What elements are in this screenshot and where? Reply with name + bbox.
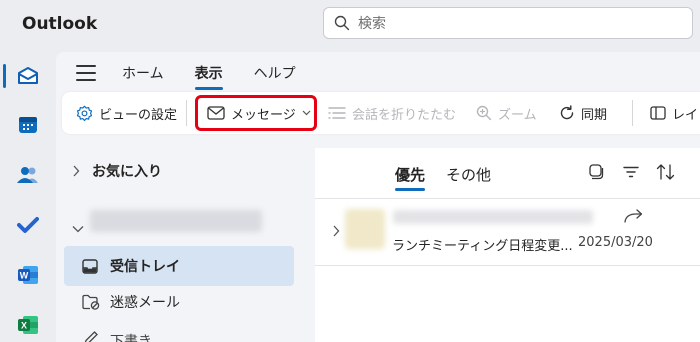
message-date: 2025/03/20 [578,235,653,250]
zoom-label: ズーム [498,107,537,123]
sync-button[interactable]: 同期 [559,92,607,134]
message-row[interactable]: ランチミーティング日程変更... 2025/03/20 [315,198,700,266]
tab-view[interactable]: 表示 [194,63,223,90]
svg-text:W: W [20,271,29,281]
tab-help[interactable]: ヘルプ [254,63,296,83]
layout-button[interactable]: レイ [650,92,698,134]
hamburger-menu-icon[interactable] [76,65,96,81]
layout-icon [650,106,666,120]
calendar-app-icon[interactable] [13,110,43,140]
sender-name-blurred [393,210,593,224]
chevron-right-icon[interactable] [332,225,340,237]
ribbon-divider [632,100,633,126]
message-subject: ランチミーティング日程変更... [392,239,573,254]
todo-app-icon[interactable] [13,210,43,240]
collapse-icon [328,106,346,120]
tab-focused[interactable]: 優先 [395,164,426,191]
active-indicator [3,64,6,88]
junk-label: 迷惑メール [110,295,180,311]
layout-label: レイ [672,107,699,123]
app-title: Outlook [22,14,98,34]
view-settings-label: ビューの設定 [99,107,178,123]
junk-folder-icon [82,294,100,310]
ribbon-tabs: ホーム 表示 ヘルプ [76,58,327,90]
account-chevron[interactable] [72,218,84,237]
folder-drafts[interactable]: 下書き [82,331,152,342]
folder-junk[interactable]: 迷惑メール [82,292,180,312]
drafts-label: 下書き [110,334,152,342]
word-app-icon[interactable]: W [13,260,43,290]
pencil-icon [82,331,100,342]
mail-app-icon[interactable] [13,61,43,91]
collapse-conversations-button[interactable]: 会話を折りたたむ [328,92,456,134]
favorites-label: お気に入り [92,164,162,180]
search-box[interactable]: 検索 [323,7,693,39]
tab-home[interactable]: ホーム [122,63,164,83]
chevron-right-icon [72,165,80,177]
app-rail: W X [0,52,56,342]
search-placeholder: 検索 [358,16,386,32]
people-app-icon[interactable] [13,160,43,190]
select-mode-icon[interactable] [588,164,604,180]
zoom-button[interactable]: ズーム [476,92,537,134]
filter-icon[interactable] [623,166,639,178]
ribbon-divider [186,100,187,126]
main-panel: ホーム 表示 ヘルプ ビューの設定 メッセージ 会話を折りたたむ ズーム 同期 … [56,52,700,342]
ribbon-toolbar: ビューの設定 メッセージ 会話を折りたたむ ズーム 同期 レイ [62,92,700,134]
folder-pane: お気に入り 受信トレイ 迷惑メール 下書き [56,148,308,342]
forward-icon [624,209,644,223]
sender-avatar [345,209,385,249]
chevron-down-icon [72,225,84,233]
sort-icon[interactable] [656,164,676,180]
search-icon [334,15,350,31]
collapse-conversations-label: 会話を折りたたむ [352,107,457,123]
view-settings-button[interactable]: ビューの設定 [76,92,177,134]
excel-app-icon[interactable]: X [13,310,43,340]
message-list: 優先 その他 ランチミーティング日程変更... 2025/03/20 [315,148,700,342]
zoom-icon [476,105,492,121]
svg-text:X: X [21,321,27,331]
sync-label: 同期 [581,107,608,123]
folder-inbox[interactable]: 受信トレイ [64,246,294,286]
favorites-header[interactable]: お気に入り [72,161,162,181]
gear-icon [76,105,93,122]
inbox-label: 受信トレイ [110,259,180,275]
account-name-blurred [90,210,262,232]
sync-icon [559,105,575,121]
tab-other[interactable]: その他 [446,164,491,185]
inbox-icon [82,258,98,274]
highlight-box [195,95,317,131]
